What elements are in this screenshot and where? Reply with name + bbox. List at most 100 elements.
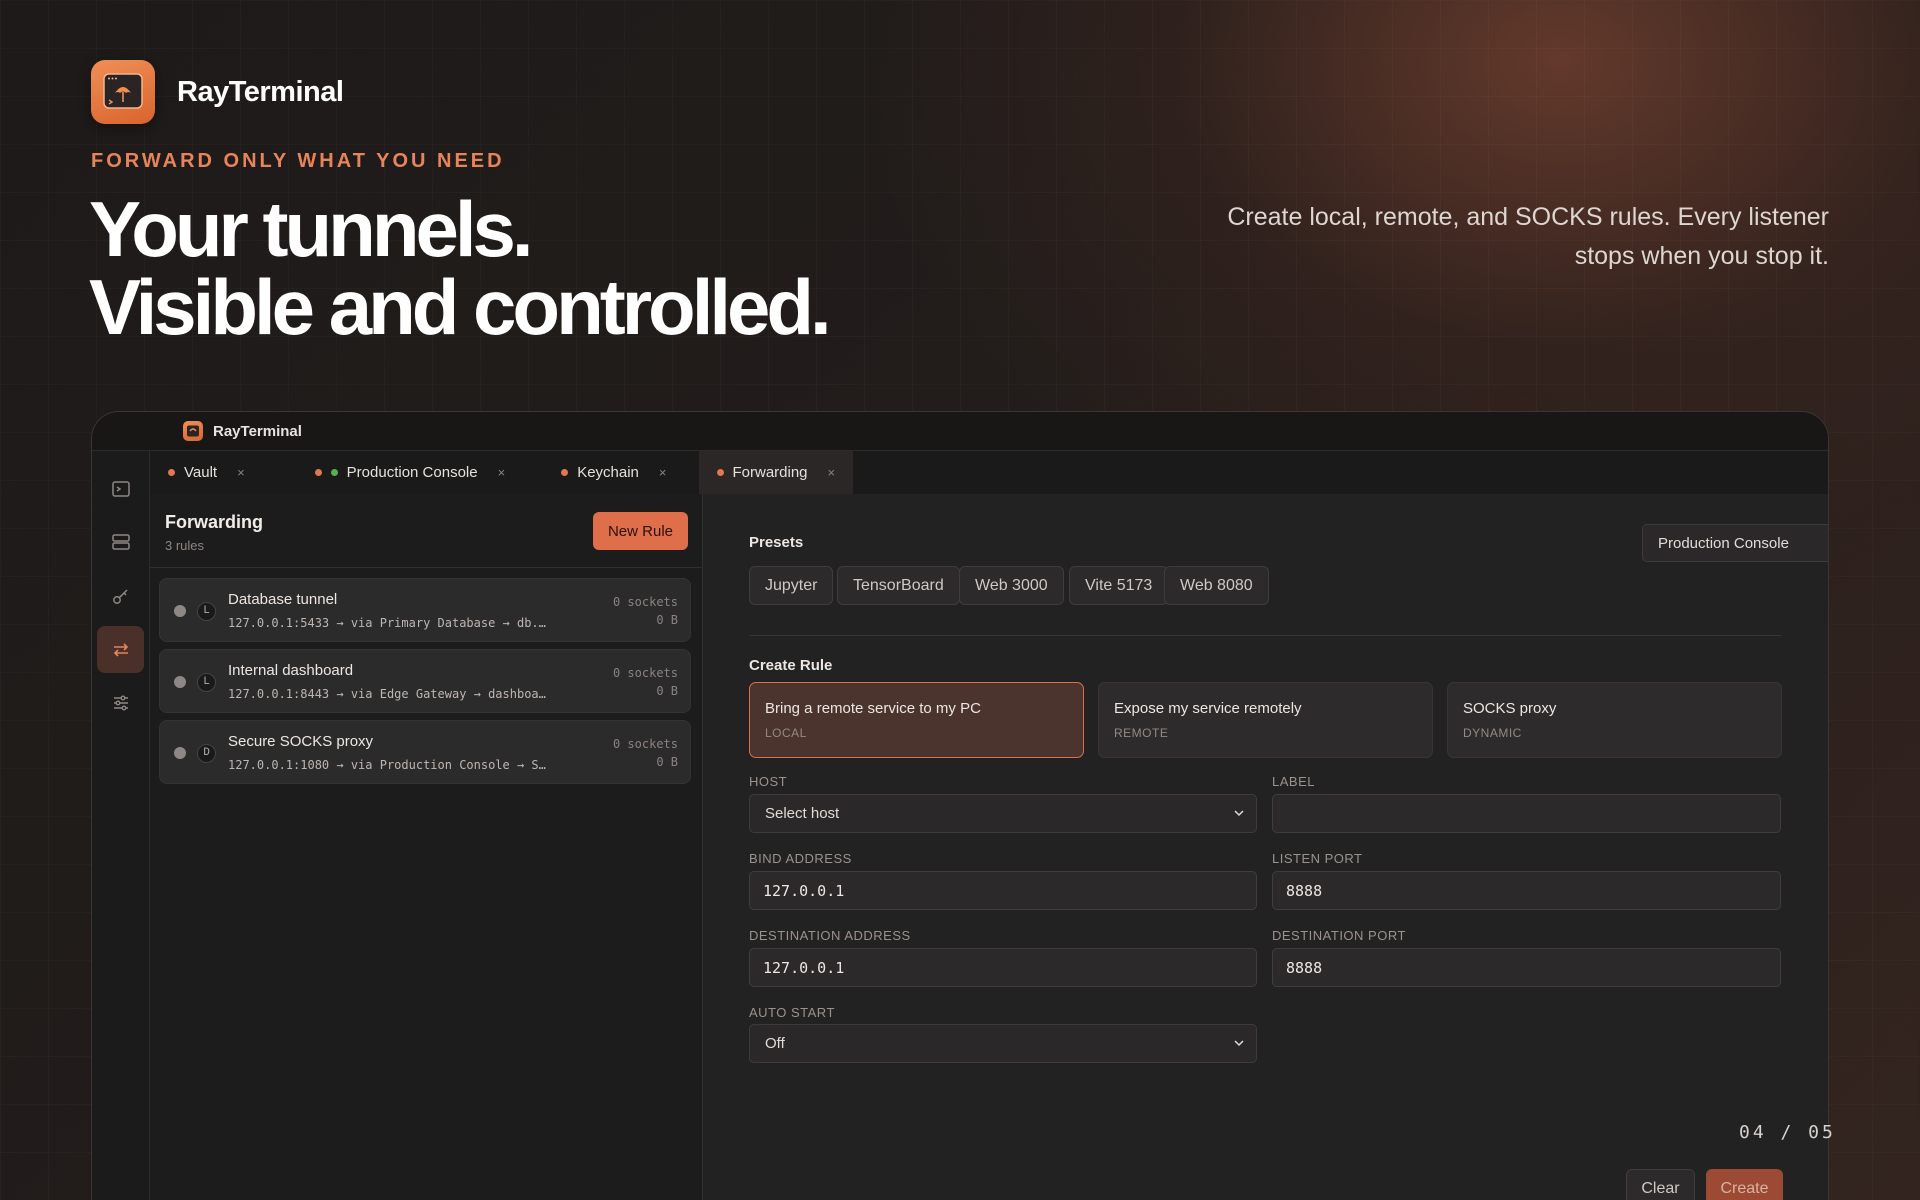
presets-label: Presets xyxy=(749,534,804,551)
mode-dynamic-card[interactable]: SOCKS proxy DYNAMIC xyxy=(1447,682,1782,758)
chevron-down-icon xyxy=(1234,810,1244,817)
close-icon[interactable]: × xyxy=(659,465,667,480)
listen-port-input[interactable]: 8888 xyxy=(1272,871,1781,910)
tab-label: Vault xyxy=(184,464,218,481)
preset-button[interactable]: TensorBoard xyxy=(837,566,960,605)
preset-button[interactable]: Web 3000 xyxy=(959,566,1064,605)
eyebrow: FORWARD ONLY WHAT YOU NEED xyxy=(91,150,505,172)
slide-pager: 04 / 05 xyxy=(1739,1122,1836,1143)
new-rule-button[interactable]: New Rule xyxy=(592,512,688,550)
status-dot xyxy=(314,469,322,476)
preset-button[interactable]: Web 8080 xyxy=(1164,566,1269,605)
rule-route: 127.0.0.1:5433 → via Primary Database → … xyxy=(228,616,546,630)
rule-kind-badge: L xyxy=(197,602,216,621)
host-selector[interactable]: Production Console xyxy=(1642,524,1828,562)
headline-line-2: Visible and controlled. xyxy=(89,263,832,351)
destination-address-input[interactable]: 127.0.0.1 xyxy=(749,948,1257,987)
forwarding-icon[interactable] xyxy=(97,626,144,673)
subcopy-line-2: stops when you stop it. xyxy=(1574,242,1829,270)
subcopy-line-1: Create local, remote, and SOCKS rules. E… xyxy=(1227,203,1829,231)
tab-label: Forwarding xyxy=(732,464,808,481)
create-button[interactable]: Create xyxy=(1706,1169,1783,1200)
connected-dot xyxy=(330,469,338,476)
create-rule-panel: Presets Production Console Jupyter Tenso… xyxy=(703,494,1828,1200)
rule-bytes: 0 B xyxy=(656,613,678,627)
app-logo-icon xyxy=(183,421,203,441)
tab-keychain[interactable]: Keychain × xyxy=(523,451,684,494)
auto-start-value: Off xyxy=(765,1035,785,1052)
titlebar: RayTerminal xyxy=(92,412,1828,451)
sidebar-rail xyxy=(92,451,150,1200)
mode-subtitle: DYNAMIC xyxy=(1463,726,1522,740)
bind-address-input[interactable]: 127.0.0.1 xyxy=(749,871,1257,910)
preset-button[interactable]: Jupyter xyxy=(749,566,834,605)
key-icon[interactable] xyxy=(97,572,144,619)
headline: Your tunnels. Visible and controlled. xyxy=(89,185,832,351)
clear-button[interactable]: Clear xyxy=(1626,1169,1695,1200)
tab-label: Keychain xyxy=(577,464,639,481)
rule-sockets: 0 sockets xyxy=(612,595,678,609)
mode-title: Expose my service remotely xyxy=(1114,700,1302,717)
destination-port-label: DESTINATION PORT xyxy=(1272,928,1406,943)
mode-title: Bring a remote service to my PC xyxy=(765,700,981,717)
status-dot xyxy=(561,469,569,476)
list-item[interactable]: L Internal dashboard 127.0.0.1:8443 → vi… xyxy=(159,649,691,713)
label-input[interactable] xyxy=(1272,794,1781,833)
close-icon[interactable]: × xyxy=(828,465,836,480)
create-rule-label: Create Rule xyxy=(749,657,833,674)
rule-kind-badge: D xyxy=(197,744,216,763)
close-icon[interactable]: × xyxy=(237,465,245,480)
rule-bytes: 0 B xyxy=(656,755,678,769)
rule-sockets: 0 sockets xyxy=(612,666,678,680)
tab-vault[interactable]: Vault × xyxy=(150,451,263,494)
rules-panel: Forwarding 3 rules New Rule L Database t… xyxy=(150,494,703,1200)
host-label: HOST xyxy=(749,774,788,789)
rule-kind-badge: L xyxy=(197,673,216,692)
destination-port-input[interactable]: 8888 xyxy=(1272,948,1781,987)
rule-bytes: 0 B xyxy=(656,684,678,698)
rules-header: Forwarding 3 rules New Rule xyxy=(150,494,702,568)
list-item[interactable]: L Database tunnel 127.0.0.1:5433 → via P… xyxy=(159,578,691,642)
rule-name: Database tunnel xyxy=(228,591,338,608)
chevron-down-icon xyxy=(1234,1040,1244,1047)
list-item[interactable]: D Secure SOCKS proxy 127.0.0.1:1080 → vi… xyxy=(159,720,691,784)
tab-label: Production Console xyxy=(346,464,478,481)
rule-route: 127.0.0.1:8443 → via Edge Gateway → dash… xyxy=(228,687,546,701)
divider xyxy=(749,635,1782,636)
label-label: LABEL xyxy=(1272,774,1315,789)
brand: RayTerminal xyxy=(91,60,344,124)
host-selector-value: Production Console xyxy=(1658,534,1789,552)
sliders-icon[interactable] xyxy=(97,679,144,726)
status-dot xyxy=(174,605,186,617)
rule-name: Secure SOCKS proxy xyxy=(228,733,374,750)
preset-button[interactable]: Vite 5173 xyxy=(1069,566,1169,605)
status-dot xyxy=(174,676,186,688)
host-select-value: Select host xyxy=(765,805,840,822)
host-select[interactable]: Select host xyxy=(749,794,1257,833)
app-window: RayTerminal Vault × Production Console × xyxy=(91,411,1829,1200)
tab-production-console[interactable]: Production Console × xyxy=(263,451,524,494)
close-icon[interactable]: × xyxy=(498,465,506,480)
subcopy: Create local, remote, and SOCKS rules. E… xyxy=(1189,198,1829,276)
brand-name: RayTerminal xyxy=(177,75,344,108)
listen-port-label: LISTEN PORT xyxy=(1272,851,1363,866)
rule-sockets: 0 sockets xyxy=(612,737,678,751)
rule-name: Internal dashboard xyxy=(228,662,354,679)
status-dot xyxy=(174,747,186,759)
terminal-icon[interactable] xyxy=(97,465,144,512)
mode-remote-card[interactable]: Expose my service remotely REMOTE xyxy=(1098,682,1433,758)
tab-forwarding[interactable]: Forwarding × xyxy=(698,451,854,494)
destination-address-label: DESTINATION ADDRESS xyxy=(749,928,911,943)
rayterminal-logo-icon xyxy=(91,60,155,124)
auto-start-select[interactable]: Off xyxy=(749,1024,1257,1063)
rule-route: 127.0.0.1:1080 → via Production Console … xyxy=(228,758,546,772)
mode-title: SOCKS proxy xyxy=(1463,700,1557,717)
rule-count: 3 rules xyxy=(165,538,205,553)
auto-start-label: AUTO START xyxy=(749,1005,835,1020)
app-title: RayTerminal xyxy=(213,422,302,440)
mode-local-card[interactable]: Bring a remote service to my PC LOCAL xyxy=(749,682,1084,758)
mode-subtitle: REMOTE xyxy=(1114,726,1169,740)
server-icon[interactable] xyxy=(97,518,144,565)
headline-line-1: Your tunnels. xyxy=(89,185,534,273)
bind-address-label: BIND ADDRESS xyxy=(749,851,852,866)
